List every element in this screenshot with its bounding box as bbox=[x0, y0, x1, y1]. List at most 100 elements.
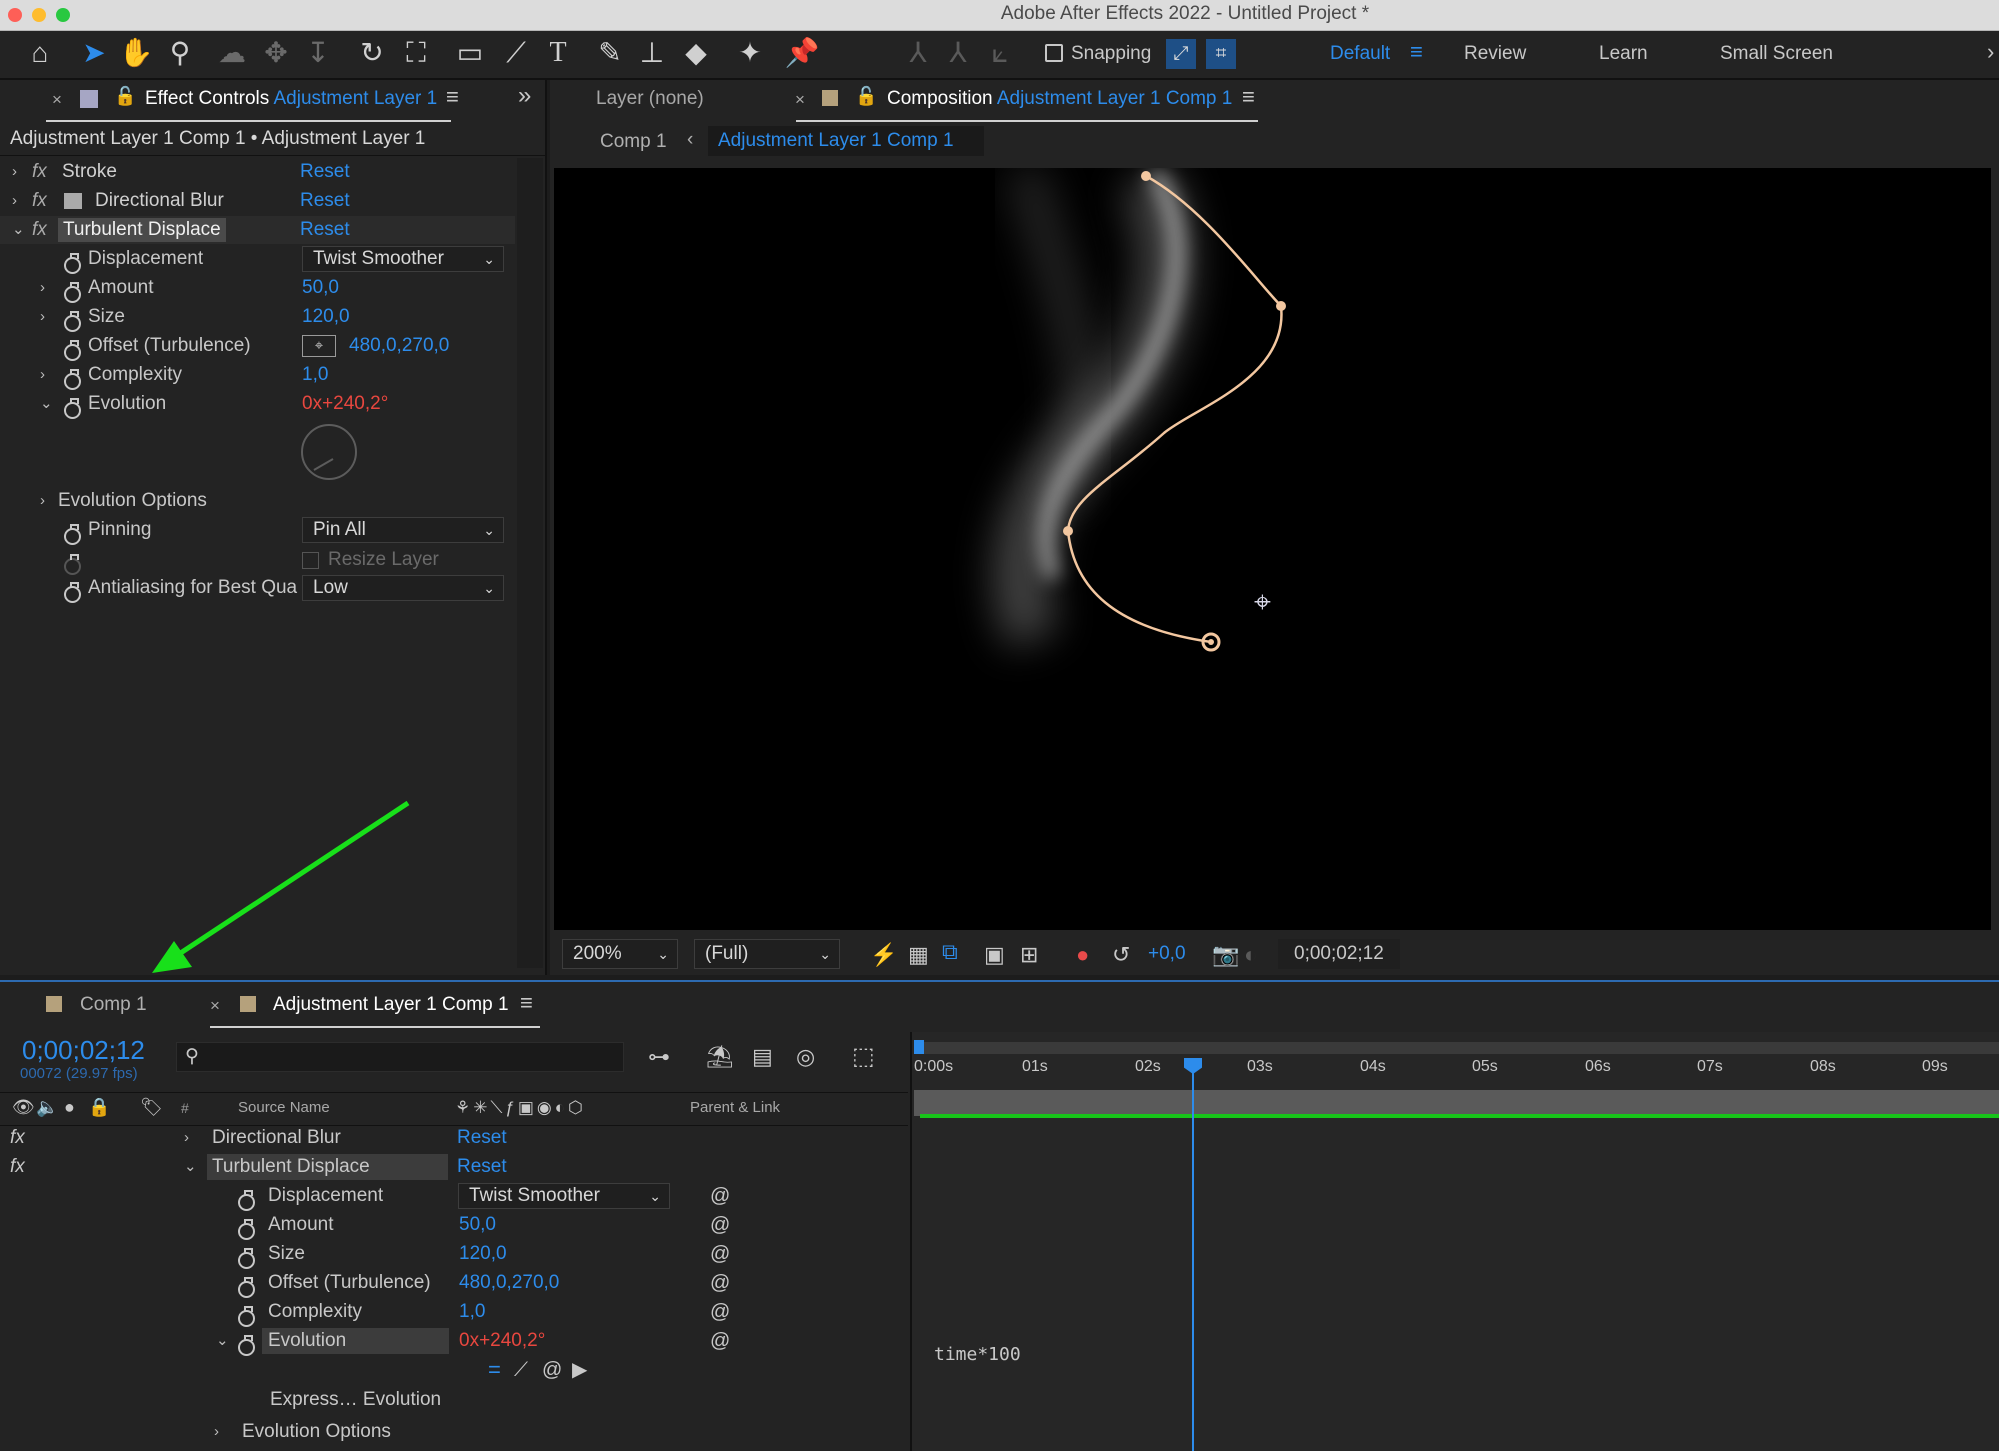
composition-canvas[interactable]: ⌖ bbox=[554, 168, 1991, 930]
antialiasing-dropdown[interactable]: Low ⌄ bbox=[302, 575, 504, 601]
stopwatch-icon[interactable] bbox=[238, 1306, 255, 1327]
stopwatch-icon[interactable] bbox=[64, 253, 81, 274]
more-workspaces-icon[interactable]: › bbox=[1987, 39, 1994, 65]
expand-chevron-icon[interactable]: › bbox=[184, 1124, 198, 1152]
dolly-camera-icon[interactable]: ↧ bbox=[300, 35, 336, 71]
hide-shy-layers-icon[interactable]: ▤ bbox=[752, 1044, 773, 1070]
grid-guides-icon[interactable]: ⊞ bbox=[1020, 942, 1038, 968]
collapse-chevron-icon[interactable]: ⌄ bbox=[40, 390, 54, 418]
collapse-chevron-icon[interactable]: ⌄ bbox=[12, 216, 26, 244]
expression-pickwhip-icon[interactable]: @ bbox=[710, 1298, 730, 1326]
rotation-tool-icon[interactable]: ↻ bbox=[354, 35, 390, 71]
panel-menu-icon[interactable]: ≡ bbox=[446, 84, 459, 110]
collapse-chevron-icon[interactable]: ⌄ bbox=[216, 1327, 230, 1355]
pinning-dropdown[interactable]: Pin All ⌄ bbox=[302, 517, 504, 543]
effect-controls-scrollbar[interactable] bbox=[517, 158, 543, 968]
evolution-value[interactable]: 0x+240,2° bbox=[459, 1327, 545, 1355]
reset-link[interactable]: Reset bbox=[457, 1124, 507, 1152]
selection-tool-icon[interactable]: ➤ bbox=[76, 35, 112, 71]
timeline-tab-comp-1[interactable]: Comp 1 bbox=[80, 994, 147, 1016]
layer-duration-bar[interactable] bbox=[914, 1090, 1999, 1116]
resize-layer-checkbox[interactable] bbox=[302, 552, 319, 569]
expression-pickwhip-icon[interactable]: @ bbox=[710, 1240, 730, 1268]
reset-link[interactable]: Reset bbox=[300, 216, 350, 244]
snap-edges-button[interactable]: ⤢ bbox=[1166, 39, 1196, 69]
orbit-camera-icon[interactable]: ☁ bbox=[214, 35, 250, 71]
stopwatch-icon[interactable] bbox=[64, 398, 81, 419]
timeline-search-input[interactable]: ⚲ bbox=[176, 1042, 624, 1072]
expand-chevron-icon[interactable]: › bbox=[40, 361, 54, 389]
close-tab-icon[interactable]: × bbox=[210, 996, 220, 1016]
composition-tab[interactable]: Composition Adjustment Layer 1 Comp 1 bbox=[887, 88, 1232, 110]
close-tab-icon[interactable]: × bbox=[795, 90, 805, 110]
expand-chevron-icon[interactable]: › bbox=[12, 158, 26, 186]
stopwatch-icon[interactable] bbox=[238, 1277, 255, 1298]
offset-target-icon[interactable]: ⌖ bbox=[1254, 586, 1271, 620]
expression-pickwhip-icon[interactable]: @ bbox=[710, 1269, 730, 1297]
evolution-value[interactable]: 0x+240,2° bbox=[302, 390, 388, 418]
eraser-tool-icon[interactable]: ◆ bbox=[678, 35, 714, 71]
offset-value[interactable]: 480,0,270,0 bbox=[349, 332, 449, 360]
current-time-display[interactable]: 0;00;02;12 bbox=[22, 1035, 145, 1066]
size-value[interactable]: 120,0 bbox=[459, 1240, 507, 1268]
home-icon[interactable]: ⌂ bbox=[22, 35, 58, 71]
mask-visibility-icon[interactable]: ⧉ bbox=[942, 939, 958, 965]
roto-brush-tool-icon[interactable]: ✦ bbox=[732, 35, 768, 71]
view-axis-icon[interactable]: ⟀ bbox=[982, 35, 1018, 71]
stopwatch-icon[interactable] bbox=[64, 282, 81, 303]
stopwatch-icon[interactable] bbox=[238, 1219, 255, 1240]
stopwatch-icon[interactable] bbox=[238, 1190, 255, 1211]
exposure-value[interactable]: +0,0 bbox=[1148, 943, 1186, 965]
expression-pickwhip-icon[interactable]: @ bbox=[710, 1182, 730, 1210]
solo-dot-icon[interactable]: ● bbox=[64, 1097, 75, 1118]
expression-code[interactable]: time*100 bbox=[934, 1344, 1021, 1365]
stopwatch-icon[interactable] bbox=[64, 340, 81, 361]
workspace-learn[interactable]: Learn bbox=[1599, 43, 1648, 65]
label-tag-icon[interactable]: 🏷 bbox=[140, 1097, 163, 1118]
snap-features-button[interactable]: ⌗ bbox=[1206, 39, 1236, 69]
expand-chevron-icon[interactable]: › bbox=[40, 487, 54, 515]
snapshot-camera-icon[interactable]: 📷 bbox=[1212, 942, 1239, 968]
type-tool-icon[interactable]: T bbox=[540, 35, 576, 71]
zoom-tool-icon[interactable]: ⚲ bbox=[162, 35, 198, 71]
close-tab-icon[interactable]: × bbox=[52, 90, 62, 110]
size-value[interactable]: 120,0 bbox=[302, 303, 350, 331]
fx-icon[interactable]: fx bbox=[32, 158, 47, 186]
stopwatch-icon[interactable] bbox=[64, 524, 81, 545]
breadcrumb-current[interactable]: Adjustment Layer 1 Comp 1 bbox=[708, 126, 984, 156]
composition-mini-flowchart-icon[interactable]: ⊶ bbox=[648, 1044, 670, 1070]
transparency-grid-icon[interactable]: ▦ bbox=[908, 942, 929, 968]
show-snapshot-icon[interactable]: ◐ bbox=[1244, 942, 1257, 968]
timeline-tab-adjustment-comp[interactable]: Adjustment Layer 1 Comp 1 bbox=[273, 994, 509, 1016]
evolution-angle-dial[interactable] bbox=[301, 424, 357, 480]
stopwatch-icon[interactable] bbox=[64, 311, 81, 332]
local-axis-icon[interactable]: ⅄ bbox=[900, 35, 936, 71]
complexity-value[interactable]: 1,0 bbox=[459, 1298, 485, 1326]
stopwatch-icon[interactable] bbox=[64, 369, 81, 390]
resolution-dropdown[interactable]: (Full) ⌄ bbox=[694, 939, 840, 969]
timeline-graph-area[interactable]: 0:00s 01s 02s 03s 04s 05s 06s 07s 08s 09… bbox=[910, 1032, 1999, 1451]
amount-value[interactable]: 50,0 bbox=[302, 274, 339, 302]
point-control-icon[interactable]: ⌖ bbox=[302, 335, 336, 357]
rectangle-tool-icon[interactable]: ▭ bbox=[452, 35, 488, 71]
breadcrumb-comp-1[interactable]: Comp 1 bbox=[600, 131, 667, 153]
panel-menu-icon[interactable]: ≡ bbox=[1242, 84, 1255, 110]
complexity-value[interactable]: 1,0 bbox=[302, 361, 328, 389]
reset-link[interactable]: Reset bbox=[457, 1153, 507, 1181]
expand-chevron-icon[interactable]: › bbox=[40, 274, 54, 302]
workspace-default[interactable]: Default bbox=[1330, 43, 1390, 65]
offset-value[interactable]: 480,0,270,0 bbox=[459, 1269, 559, 1297]
stopwatch-icon[interactable] bbox=[238, 1248, 255, 1269]
collapse-chevron-icon[interactable]: ⌄ bbox=[184, 1153, 198, 1181]
lock-icon[interactable]: 🔓 bbox=[114, 86, 136, 107]
viewer-timecode[interactable]: 0;00;02;12 bbox=[1278, 939, 1400, 969]
displacement-dropdown[interactable]: Twist Smoother ⌄ bbox=[458, 1183, 670, 1209]
stopwatch-icon[interactable] bbox=[238, 1335, 255, 1356]
fx-icon[interactable]: fx bbox=[32, 216, 47, 244]
expand-chevron-icon[interactable]: › bbox=[12, 187, 26, 215]
expand-chevron-icon[interactable]: › bbox=[214, 1418, 228, 1446]
effect-row-stroke[interactable]: › fx Stroke Reset bbox=[0, 158, 515, 186]
clone-stamp-tool-icon[interactable]: ⊥ bbox=[634, 35, 670, 71]
time-ruler[interactable]: 0:00s 01s 02s 03s 04s 05s 06s 07s 08s 09… bbox=[912, 1054, 1999, 1084]
reset-link[interactable]: Reset bbox=[300, 158, 350, 186]
